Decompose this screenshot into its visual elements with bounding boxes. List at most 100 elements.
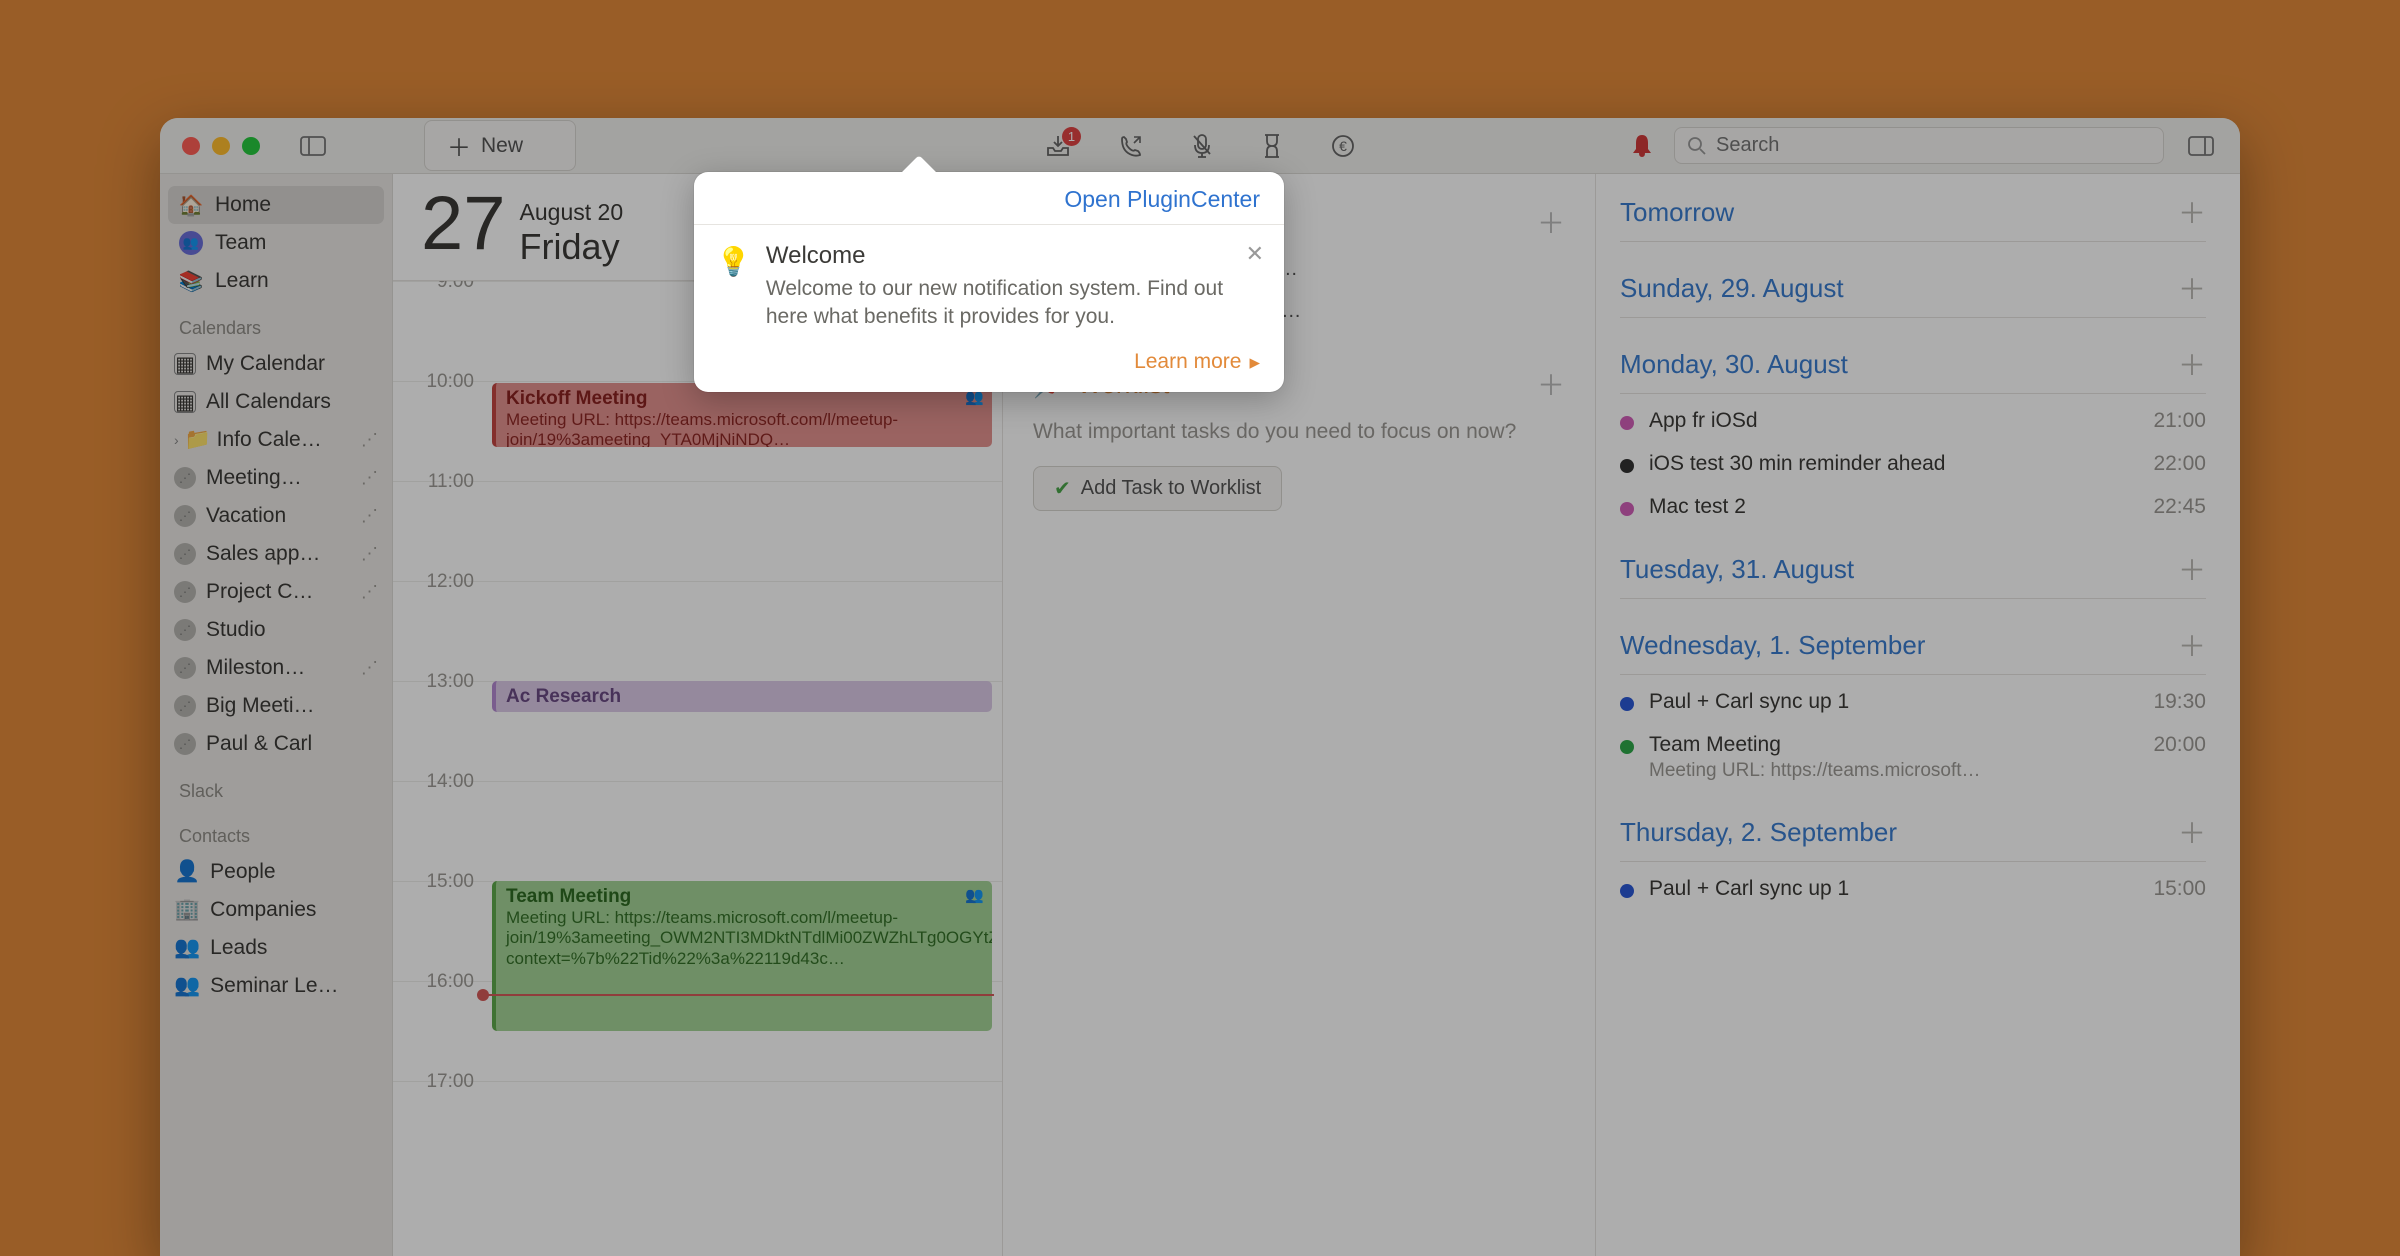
- leads-icon: 👥: [174, 974, 200, 998]
- calendar-item-all[interactable]: ▦ All Calendars: [168, 383, 384, 421]
- toggle-right-panel-button[interactable]: [2184, 129, 2218, 163]
- plus-icon: ＋: [447, 128, 471, 163]
- learn-more-link[interactable]: Learn more ▸: [694, 350, 1284, 392]
- shared-calendar-icon: ⋰: [174, 657, 196, 679]
- new-button[interactable]: ＋ New: [424, 120, 576, 171]
- hour-label: 15:00: [393, 871, 486, 981]
- agenda-heading[interactable]: Sunday, 29. August ＋: [1620, 268, 2206, 318]
- color-dot-icon: [1620, 740, 1634, 754]
- calendar-item-sales[interactable]: ⋰ Sales appo… ⋰: [168, 535, 384, 573]
- time-grid[interactable]: 9:0010:0011:0012:0013:0014:0015:0016:001…: [393, 281, 1002, 1256]
- agenda-heading[interactable]: Monday, 30. August ＋: [1620, 344, 2206, 394]
- nav-team[interactable]: 👥 Team: [168, 224, 384, 262]
- hour-label: 11:00: [393, 471, 486, 581]
- agenda-item[interactable]: Paul + Carl sync up 119:30: [1620, 675, 2206, 718]
- add-task-button[interactable]: ✔ Add Task to Worklist: [1033, 466, 1282, 511]
- color-dot-icon: [1620, 459, 1634, 473]
- close-window-button[interactable]: [182, 137, 200, 155]
- inbox-button[interactable]: 1: [1045, 134, 1071, 158]
- worklist-hint: What important tasks do you need to focu…: [1033, 404, 1565, 466]
- agenda-section: Tomorrow ＋: [1620, 192, 2206, 242]
- agenda-heading[interactable]: Tuesday, 31. August＋: [1620, 549, 2206, 599]
- leads-icon: 👥: [174, 936, 200, 960]
- add-icon[interactable]: ＋: [1537, 202, 1565, 242]
- agenda-section: Tuesday, 31. August＋: [1620, 549, 2206, 599]
- agenda-title: Tomorrow: [1620, 197, 1734, 228]
- add-task-label: Add Task to Worklist: [1081, 477, 1261, 500]
- agenda-section: Monday, 30. August＋App fr iOSd21:00iOS t…: [1620, 344, 2206, 523]
- add-icon[interactable]: ＋: [2178, 549, 2206, 589]
- agenda-item[interactable]: Paul + Carl sync up 115:00: [1620, 862, 2206, 905]
- nav-label: Home: [215, 193, 271, 217]
- notifications-bell-icon[interactable]: [1630, 133, 1654, 159]
- contacts-companies[interactable]: 🏢 Companies: [168, 891, 384, 929]
- agenda-title: Monday, 30. August: [1620, 349, 1848, 380]
- hour-label: 17:00: [393, 1071, 486, 1181]
- popover-body-text: Welcome to our new notification system. …: [766, 275, 1262, 332]
- minimize-window-button[interactable]: [212, 137, 230, 155]
- contacts-people[interactable]: 👤 People: [168, 853, 384, 891]
- contacts-seminar[interactable]: 👥 Seminar Le…: [168, 967, 384, 1005]
- add-icon[interactable]: ＋: [2178, 192, 2206, 232]
- event-kickoff[interactable]: 👥 Kickoff Meeting Meeting URL: https://t…: [492, 383, 992, 447]
- toggle-sidebar-button[interactable]: [296, 129, 330, 163]
- calendar-item-bigmeeting[interactable]: ⋰ Big Meetin…: [168, 687, 384, 725]
- timer-button[interactable]: [1261, 133, 1283, 159]
- hour-label: 10:00: [393, 371, 486, 481]
- agenda-heading[interactable]: Wednesday, 1. September ＋: [1620, 625, 2206, 675]
- contacts-leads[interactable]: 👥 Leads: [168, 929, 384, 967]
- agenda-item[interactable]: Mac test 222:45: [1620, 480, 2206, 523]
- calendar-item-meeting[interactable]: ⋰ Meeting… ⋰: [168, 459, 384, 497]
- close-popover-button[interactable]: ✕: [1246, 241, 1264, 267]
- search-icon: [1687, 136, 1707, 156]
- add-icon[interactable]: ＋: [2178, 344, 2206, 384]
- calendar-item-vacation[interactable]: ⋰ Vacation ⋰: [168, 497, 384, 535]
- nav-home[interactable]: 🏠 Home: [168, 186, 384, 224]
- chevron-right-icon: ▸: [1249, 350, 1260, 375]
- add-icon[interactable]: ＋: [2178, 812, 2206, 852]
- calendar-item-studio[interactable]: ⋰ Studio: [168, 611, 384, 649]
- event-ac-research[interactable]: Ac Research: [492, 681, 992, 712]
- calendar-item-milestone[interactable]: ⋰ Mileston… ⋰: [168, 649, 384, 687]
- agenda-item-time: 15:00: [2153, 877, 2206, 901]
- agenda-item-label: Team MeetingMeeting URL: https://teams.m…: [1649, 733, 2138, 782]
- shared-icon: ⋰: [361, 430, 378, 450]
- agenda-section: Wednesday, 1. September ＋ Paul + Carl sync…: [1620, 625, 2206, 786]
- call-button[interactable]: [1119, 134, 1143, 158]
- agenda-title: Wednesday, 1. September: [1620, 630, 1925, 661]
- calendar-item-paulcarl[interactable]: ⋰ Paul & Carl: [168, 725, 384, 763]
- agenda-item-time: 22:00: [2153, 452, 2206, 476]
- currency-button[interactable]: €: [1331, 134, 1355, 158]
- app-window: ＋ New 1 €: [160, 118, 2240, 1256]
- event-team-meeting[interactable]: 👥 Team Meeting Meeting URL: https://team…: [492, 881, 992, 1031]
- lightbulb-icon: 💡: [716, 245, 751, 332]
- nav-learn[interactable]: 📚 Learn: [168, 262, 384, 300]
- open-plugincenter-link[interactable]: Open PluginCenter: [1064, 186, 1260, 213]
- agenda-item[interactable]: App fr iOSd21:00: [1620, 394, 2206, 437]
- building-icon: 🏢: [174, 898, 200, 922]
- chevron-right-icon: ›: [174, 432, 179, 448]
- calendar-item-project[interactable]: ⋰ Project Cal… ⋰: [168, 573, 384, 611]
- svg-text:€: €: [1339, 138, 1347, 154]
- calendar-item-my[interactable]: ▦ My Calendar: [168, 345, 384, 383]
- search-field[interactable]: [1674, 127, 2164, 164]
- add-icon[interactable]: ＋: [2178, 268, 2206, 308]
- agenda-heading[interactable]: Tomorrow ＋: [1620, 192, 2206, 242]
- agenda-item[interactable]: Team MeetingMeeting URL: https://teams.m…: [1620, 718, 2206, 786]
- mute-button[interactable]: [1191, 133, 1213, 159]
- agenda-item-sub: Meeting URL: https://teams.microsoft…: [1649, 760, 2138, 782]
- current-time-indicator: [485, 994, 994, 996]
- add-icon[interactable]: ＋: [2178, 625, 2206, 665]
- agenda-item-time: 19:30: [2153, 690, 2206, 714]
- agenda-column: Tomorrow＋Sunday, 29. August＋Monday, 30. …: [1596, 174, 2240, 1256]
- shared-calendar-icon: ⋰: [174, 505, 196, 527]
- shared-icon: ⋰: [361, 582, 378, 602]
- agenda-item-label: iOS test 30 min reminder ahead: [1649, 452, 2138, 476]
- search-input[interactable]: [1716, 134, 2151, 157]
- add-icon[interactable]: ＋: [1537, 364, 1565, 404]
- agenda-item[interactable]: iOS test 30 min reminder ahead 22:00: [1620, 437, 2206, 480]
- zoom-window-button[interactable]: [242, 137, 260, 155]
- agenda-title: Sunday, 29. August: [1620, 273, 1844, 304]
- calendar-item-info[interactable]: › 📁 Info Calend… ⋰: [168, 421, 384, 459]
- agenda-heading[interactable]: Thursday, 2. September＋: [1620, 812, 2206, 862]
